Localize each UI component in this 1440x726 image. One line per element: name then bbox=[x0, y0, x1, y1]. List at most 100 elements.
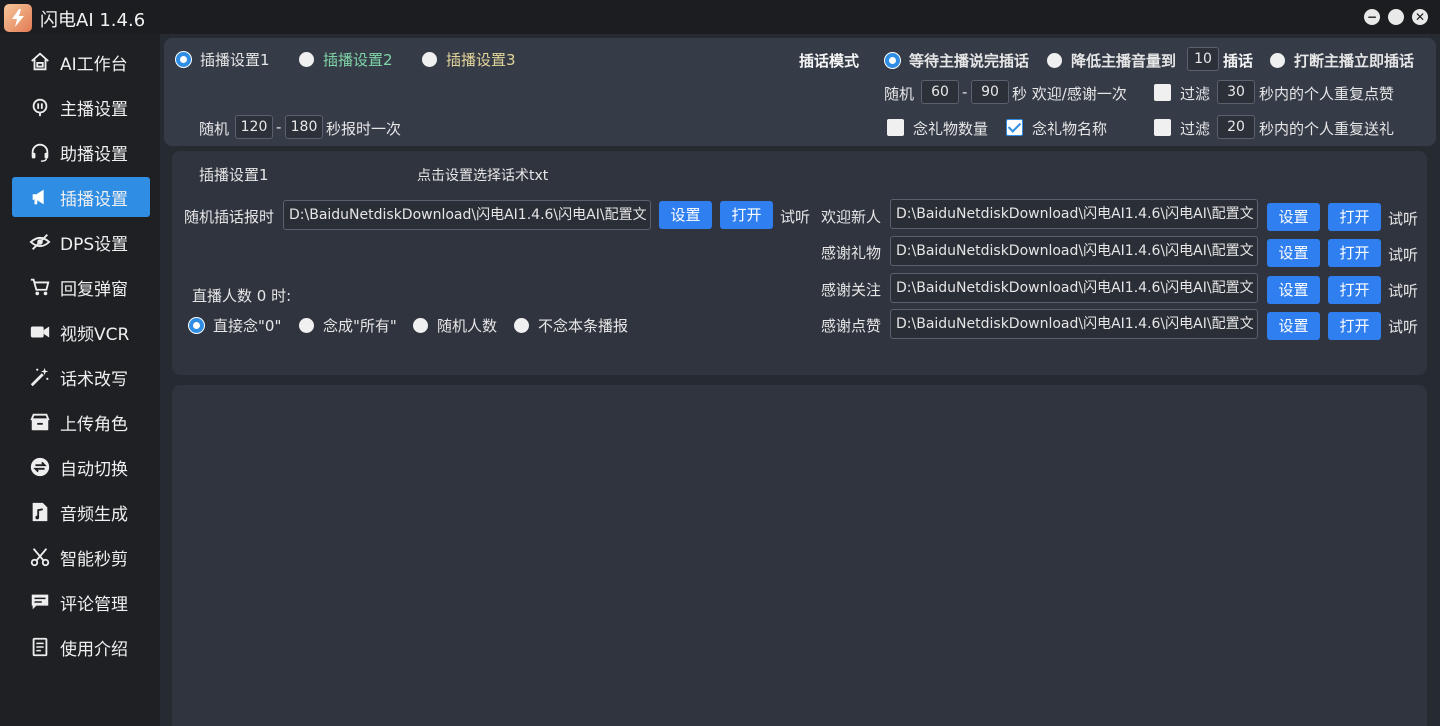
close-button[interactable]: ✕ bbox=[1412, 9, 1428, 25]
interrupt-wait-radio[interactable]: 等待主播说完插话 bbox=[885, 50, 1029, 71]
eye-off-icon bbox=[28, 230, 52, 254]
viewers-say-zero-radio[interactable]: 直接念"0" bbox=[189, 315, 281, 336]
sidebar-item-label: 助播设置 bbox=[60, 144, 128, 165]
sidebar-item-auto-switch[interactable]: 自动切换 bbox=[12, 447, 150, 487]
music-file-icon bbox=[28, 500, 52, 524]
random-insert-label: 随机插话报时 bbox=[184, 208, 275, 226]
gift-count-checkbox[interactable] bbox=[887, 119, 904, 136]
random-insert-open-button[interactable]: 打开 bbox=[720, 201, 773, 229]
welcome-max-input[interactable]: 90 bbox=[971, 80, 1009, 104]
sidebar-item-ai-workbench[interactable]: AI工作台 bbox=[12, 42, 150, 82]
sidebar-item-label: 主播设置 bbox=[60, 99, 128, 120]
sidebar-item-anchor[interactable]: 主播设置 bbox=[12, 87, 150, 127]
random-insert-path-field[interactable]: D:\BaiduNetdiskDownload\闪电AI1.4.6\闪电AI\配… bbox=[283, 200, 651, 230]
like-set-button[interactable]: 设置 bbox=[1267, 312, 1320, 340]
sidebar-item-assistant[interactable]: 助播设置 bbox=[12, 132, 150, 172]
inbox-icon bbox=[28, 410, 52, 434]
sidebar-item-dps[interactable]: DPS设置 bbox=[12, 222, 150, 262]
viewers-random-radio[interactable]: 随机人数 bbox=[413, 315, 497, 336]
interrupt-immediate-radio[interactable]: 打断主播立即插话 bbox=[1270, 50, 1414, 71]
filter-gift-label: 过滤 bbox=[1180, 120, 1211, 138]
minimize-button[interactable]: − bbox=[1364, 9, 1380, 25]
gift-set-button[interactable]: 设置 bbox=[1267, 239, 1320, 267]
row-label-like: 感谢点赞 bbox=[821, 317, 882, 335]
welcome-set-button[interactable]: 设置 bbox=[1267, 203, 1320, 231]
microphone-icon bbox=[28, 95, 52, 119]
sidebar-item-label: DPS设置 bbox=[60, 234, 129, 255]
profile-radio-1[interactable]: 插播设置1 bbox=[176, 49, 270, 70]
filter-like-label: 过滤 bbox=[1180, 85, 1211, 103]
welcome-listen-button[interactable]: 试听 bbox=[1388, 208, 1418, 229]
sidebar-item-smart-cut[interactable]: 智能秒剪 bbox=[12, 537, 150, 577]
follow-open-button[interactable]: 打开 bbox=[1328, 276, 1381, 304]
sidebar-item-label: 智能秒剪 bbox=[60, 549, 128, 570]
welcome-prefix: 随机 bbox=[884, 85, 915, 103]
close-icon: ✕ bbox=[1414, 10, 1426, 24]
document-icon bbox=[28, 635, 52, 659]
sidebar-item-label: AI工作台 bbox=[60, 54, 128, 75]
title-bar: 闪电AI 1.4.6 − ✕ bbox=[0, 0, 1440, 34]
gift-listen-button[interactable]: 试听 bbox=[1388, 244, 1418, 265]
scissors-icon bbox=[28, 545, 52, 569]
filter-gift-input[interactable]: 20 bbox=[1217, 115, 1255, 139]
cart-icon bbox=[28, 275, 52, 299]
sidebar-item-label: 回复弹窗 bbox=[60, 279, 128, 300]
lightning-logo-icon bbox=[4, 4, 32, 32]
sidebar-item-upload-role[interactable]: 上传角色 bbox=[12, 402, 150, 442]
like-listen-button[interactable]: 试听 bbox=[1388, 316, 1418, 337]
welcome-dash: - bbox=[962, 83, 968, 101]
sidebar-item-reply[interactable]: 回复弹窗 bbox=[12, 267, 150, 307]
random-insert-set-button[interactable]: 设置 bbox=[659, 201, 712, 229]
follow-listen-button[interactable]: 试听 bbox=[1388, 280, 1418, 301]
profile-radio-2[interactable]: 插播设置2 bbox=[299, 49, 393, 70]
row-label-welcome: 欢迎新人 bbox=[821, 208, 882, 226]
report-prefix: 随机 bbox=[199, 120, 230, 138]
report-min-input[interactable]: 120 bbox=[235, 115, 273, 139]
video-camera-icon bbox=[28, 320, 52, 344]
report-dash: - bbox=[276, 118, 282, 136]
report-suffix: 秒报时一次 bbox=[326, 120, 402, 138]
viewers-skip-radio[interactable]: 不念本条播报 bbox=[514, 315, 628, 336]
interrupt-lower-suffix: 插话 bbox=[1223, 52, 1254, 70]
like-path-field[interactable]: D:\BaiduNetdiskDownload\闪电AI1.4.6\闪电AI\配… bbox=[890, 309, 1258, 339]
gift-name-checkbox[interactable] bbox=[1006, 119, 1023, 136]
sidebar: AI工作台 主播设置 助播设置 插播设置 DPS设置 回复弹窗 视频VCR 话术… bbox=[0, 34, 160, 726]
sidebar-item-insert[interactable]: 插播设置 bbox=[12, 177, 150, 217]
gift-name-label: 念礼物名称 bbox=[1032, 120, 1108, 138]
sidebar-item-audio[interactable]: 音频生成 bbox=[12, 492, 150, 532]
sidebar-item-label: 插播设置 bbox=[60, 189, 128, 210]
interrupt-mode-label: 插话模式 bbox=[799, 52, 860, 70]
maximize-button[interactable] bbox=[1388, 9, 1404, 25]
section-title: 插播设置1 bbox=[199, 166, 269, 184]
megaphone-icon bbox=[28, 185, 52, 209]
gift-open-button[interactable]: 打开 bbox=[1328, 239, 1381, 267]
random-insert-listen-button[interactable]: 试听 bbox=[780, 206, 810, 227]
filter-gift-checkbox[interactable] bbox=[1154, 119, 1171, 136]
viewers-say-all-radio[interactable]: 念成"所有" bbox=[299, 315, 397, 336]
section-hint: 点击设置选择话术txt bbox=[417, 168, 549, 184]
interrupt-lower-volume-radio[interactable]: 降低主播音量到 bbox=[1047, 50, 1176, 71]
filter-like-checkbox[interactable] bbox=[1154, 84, 1171, 101]
welcome-path-field[interactable]: D:\BaiduNetdiskDownload\闪电AI1.4.6\闪电AI\配… bbox=[890, 199, 1258, 229]
report-max-input[interactable]: 180 bbox=[285, 115, 323, 139]
sidebar-item-guide[interactable]: 使用介绍 bbox=[12, 627, 150, 667]
lower-volume-input[interactable]: 10 bbox=[1187, 47, 1219, 71]
like-open-button[interactable]: 打开 bbox=[1328, 312, 1381, 340]
welcome-min-input[interactable]: 60 bbox=[921, 80, 959, 104]
gift-path-field[interactable]: D:\BaiduNetdiskDownload\闪电AI1.4.6\闪电AI\配… bbox=[890, 236, 1258, 266]
sidebar-item-label: 使用介绍 bbox=[60, 639, 128, 660]
filter-like-input[interactable]: 30 bbox=[1217, 80, 1255, 104]
minimize-icon: − bbox=[1366, 10, 1378, 24]
headset-icon bbox=[28, 140, 52, 164]
profile-radio-3[interactable]: 插播设置3 bbox=[422, 49, 516, 70]
magic-wand-icon bbox=[28, 365, 52, 389]
sidebar-item-comments[interactable]: 评论管理 bbox=[12, 582, 150, 622]
row-label-follow: 感谢关注 bbox=[821, 281, 882, 299]
welcome-open-button[interactable]: 打开 bbox=[1328, 203, 1381, 231]
sidebar-item-vcr[interactable]: 视频VCR bbox=[12, 312, 150, 352]
app-title: 闪电AI 1.4.6 bbox=[40, 10, 146, 31]
follow-set-button[interactable]: 设置 bbox=[1267, 276, 1320, 304]
sidebar-item-label: 上传角色 bbox=[60, 414, 128, 435]
follow-path-field[interactable]: D:\BaiduNetdiskDownload\闪电AI1.4.6\闪电AI\配… bbox=[890, 273, 1258, 303]
sidebar-item-rewrite[interactable]: 话术改写 bbox=[12, 357, 150, 397]
